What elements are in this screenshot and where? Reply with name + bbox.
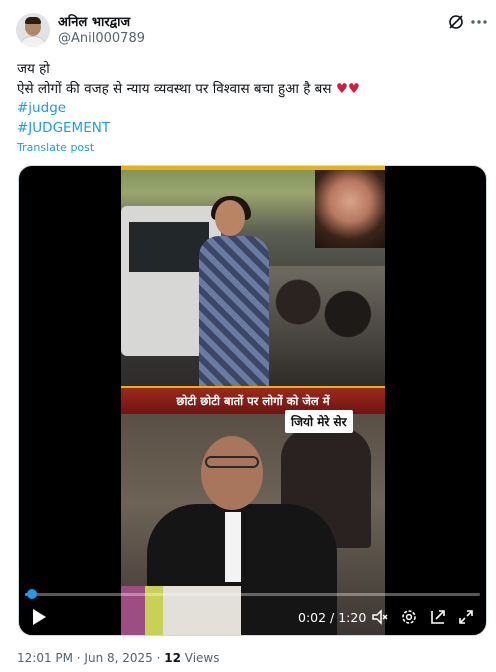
views-count[interactable]: 12 <box>164 651 181 665</box>
hashtag-judgement[interactable]: #JUDGEMENT <box>17 120 110 136</box>
translate-post-link[interactable]: Translate post <box>17 141 94 154</box>
video-progress-knob[interactable] <box>27 589 38 599</box>
fullscreen-icon[interactable] <box>457 608 475 626</box>
video-woman <box>193 196 273 386</box>
author-display-name[interactable]: अनिल भारद्वाज <box>58 12 130 30</box>
tweet-text-line-1: जय हो <box>17 61 50 77</box>
video-time: 0:02 / 1:20 <box>298 610 367 625</box>
tweet-text-line-2: ऐसे लोगों की वजह से न्याय व्यवस्था पर वि… <box>17 80 360 98</box>
avatar-shirt <box>19 36 47 47</box>
video-progress-bar[interactable] <box>25 589 480 599</box>
play-icon[interactable] <box>29 607 49 627</box>
video-judge-collar <box>225 512 241 582</box>
video-crowd <box>261 266 385 386</box>
settings-icon[interactable] <box>400 608 418 626</box>
post-meta: 12:01 PM · Jun 8, 2025 · 12 Views <box>17 651 220 665</box>
volume-icon[interactable] <box>371 608 389 626</box>
author-handle[interactable]: @Anil000789 <box>58 31 145 46</box>
video-judge-head <box>201 436 263 510</box>
hashtag-judge[interactable]: #judge <box>17 100 66 116</box>
tweet-text-line-2-text: ऐसे लोगों की वजह से न्याय व्यवस्था पर वि… <box>17 81 332 97</box>
post-timestamp[interactable]: 12:01 PM · Jun 8, 2025 · <box>17 651 164 665</box>
video-caption-text: छोटी छोटी बातों पर लोगों को जेल में <box>176 394 330 408</box>
grok-icon[interactable] <box>447 13 465 31</box>
video-judge-glasses <box>205 456 259 468</box>
avatar-hair <box>25 17 41 24</box>
video-player[interactable]: छोटी छोटी बातों पर लोगों को जेल में जियो… <box>18 165 487 636</box>
more-icon[interactable] <box>470 14 488 30</box>
video-sub-label: जियो मेरे सेर <box>285 410 353 433</box>
avatar[interactable] <box>16 13 50 47</box>
views-label: Views <box>180 651 220 665</box>
video-gold-border <box>121 166 385 170</box>
pop-out-icon[interactable] <box>429 608 447 626</box>
video-inset-portrait <box>315 170 385 248</box>
heart-emoji: ♥♥ <box>335 81 361 97</box>
video-frame: छोटी छोटी बातों पर लोगों को जेल में जियो… <box>121 166 385 635</box>
